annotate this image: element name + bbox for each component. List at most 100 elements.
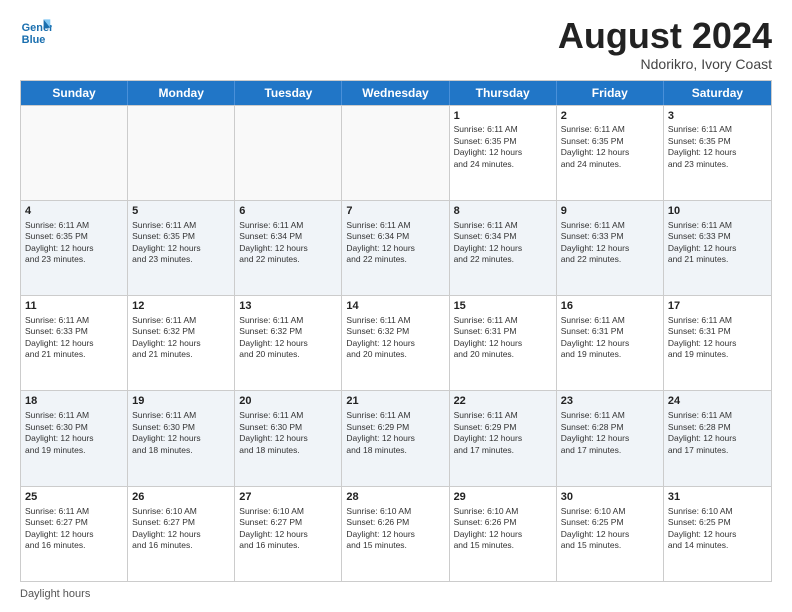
week-row-4: 18Sunrise: 6:11 AMSunset: 6:30 PMDayligh… xyxy=(21,390,771,485)
day-cell-6: 6Sunrise: 6:11 AMSunset: 6:34 PMDaylight… xyxy=(235,201,342,295)
day-number: 16 xyxy=(561,299,659,314)
day-cell-5: 5Sunrise: 6:11 AMSunset: 6:35 PMDaylight… xyxy=(128,201,235,295)
day-cell-7: 7Sunrise: 6:11 AMSunset: 6:34 PMDaylight… xyxy=(342,201,449,295)
day-cell-22: 22Sunrise: 6:11 AMSunset: 6:29 PMDayligh… xyxy=(450,391,557,485)
daylight-label: Daylight hours xyxy=(20,588,90,600)
header-day-monday: Monday xyxy=(128,81,235,105)
day-number: 9 xyxy=(561,204,659,219)
day-number: 21 xyxy=(346,394,444,409)
day-cell-26: 26Sunrise: 6:10 AMSunset: 6:27 PMDayligh… xyxy=(128,487,235,581)
day-cell-8: 8Sunrise: 6:11 AMSunset: 6:34 PMDaylight… xyxy=(450,201,557,295)
day-number: 4 xyxy=(25,204,123,219)
header-day-thursday: Thursday xyxy=(450,81,557,105)
day-info: Sunrise: 6:10 AMSunset: 6:27 PMDaylight:… xyxy=(239,506,337,552)
day-info: Sunrise: 6:11 AMSunset: 6:30 PMDaylight:… xyxy=(132,410,230,456)
day-number: 3 xyxy=(668,109,767,124)
day-cell-2: 2Sunrise: 6:11 AMSunset: 6:35 PMDaylight… xyxy=(557,106,664,200)
day-number: 28 xyxy=(346,490,444,505)
day-cell-23: 23Sunrise: 6:11 AMSunset: 6:28 PMDayligh… xyxy=(557,391,664,485)
day-cell-17: 17Sunrise: 6:11 AMSunset: 6:31 PMDayligh… xyxy=(664,296,771,390)
day-info: Sunrise: 6:11 AMSunset: 6:31 PMDaylight:… xyxy=(668,315,767,361)
day-number: 19 xyxy=(132,394,230,409)
day-cell-1: 1Sunrise: 6:11 AMSunset: 6:35 PMDaylight… xyxy=(450,106,557,200)
day-cell-13: 13Sunrise: 6:11 AMSunset: 6:32 PMDayligh… xyxy=(235,296,342,390)
day-number: 30 xyxy=(561,490,659,505)
calendar-body: 1Sunrise: 6:11 AMSunset: 6:35 PMDaylight… xyxy=(21,105,771,581)
empty-cell xyxy=(128,106,235,200)
day-cell-15: 15Sunrise: 6:11 AMSunset: 6:31 PMDayligh… xyxy=(450,296,557,390)
day-info: Sunrise: 6:11 AMSunset: 6:33 PMDaylight:… xyxy=(25,315,123,361)
day-info: Sunrise: 6:11 AMSunset: 6:34 PMDaylight:… xyxy=(346,220,444,266)
calendar-title: August 2024 xyxy=(558,16,772,56)
calendar-location: Ndorikro, Ivory Coast xyxy=(558,56,772,72)
day-number: 7 xyxy=(346,204,444,219)
day-cell-20: 20Sunrise: 6:11 AMSunset: 6:30 PMDayligh… xyxy=(235,391,342,485)
day-number: 29 xyxy=(454,490,552,505)
title-block: August 2024 Ndorikro, Ivory Coast xyxy=(558,16,772,72)
empty-cell xyxy=(235,106,342,200)
day-cell-21: 21Sunrise: 6:11 AMSunset: 6:29 PMDayligh… xyxy=(342,391,449,485)
day-number: 27 xyxy=(239,490,337,505)
day-info: Sunrise: 6:10 AMSunset: 6:27 PMDaylight:… xyxy=(132,506,230,552)
day-number: 12 xyxy=(132,299,230,314)
footer-note: Daylight hours xyxy=(20,588,772,600)
day-info: Sunrise: 6:11 AMSunset: 6:33 PMDaylight:… xyxy=(561,220,659,266)
day-info: Sunrise: 6:11 AMSunset: 6:35 PMDaylight:… xyxy=(561,124,659,170)
week-row-2: 4Sunrise: 6:11 AMSunset: 6:35 PMDaylight… xyxy=(21,200,771,295)
day-cell-16: 16Sunrise: 6:11 AMSunset: 6:31 PMDayligh… xyxy=(557,296,664,390)
day-info: Sunrise: 6:11 AMSunset: 6:30 PMDaylight:… xyxy=(25,410,123,456)
day-cell-28: 28Sunrise: 6:10 AMSunset: 6:26 PMDayligh… xyxy=(342,487,449,581)
day-cell-27: 27Sunrise: 6:10 AMSunset: 6:27 PMDayligh… xyxy=(235,487,342,581)
day-number: 22 xyxy=(454,394,552,409)
day-info: Sunrise: 6:11 AMSunset: 6:28 PMDaylight:… xyxy=(668,410,767,456)
logo-icon: General Blue xyxy=(20,16,52,48)
day-info: Sunrise: 6:11 AMSunset: 6:34 PMDaylight:… xyxy=(239,220,337,266)
day-info: Sunrise: 6:11 AMSunset: 6:32 PMDaylight:… xyxy=(132,315,230,361)
day-info: Sunrise: 6:11 AMSunset: 6:35 PMDaylight:… xyxy=(25,220,123,266)
day-info: Sunrise: 6:11 AMSunset: 6:30 PMDaylight:… xyxy=(239,410,337,456)
day-info: Sunrise: 6:11 AMSunset: 6:34 PMDaylight:… xyxy=(454,220,552,266)
svg-text:Blue: Blue xyxy=(22,34,46,46)
day-number: 18 xyxy=(25,394,123,409)
day-cell-12: 12Sunrise: 6:11 AMSunset: 6:32 PMDayligh… xyxy=(128,296,235,390)
day-cell-30: 30Sunrise: 6:10 AMSunset: 6:25 PMDayligh… xyxy=(557,487,664,581)
header-day-sunday: Sunday xyxy=(21,81,128,105)
day-number: 6 xyxy=(239,204,337,219)
week-row-1: 1Sunrise: 6:11 AMSunset: 6:35 PMDaylight… xyxy=(21,105,771,200)
day-cell-24: 24Sunrise: 6:11 AMSunset: 6:28 PMDayligh… xyxy=(664,391,771,485)
day-cell-14: 14Sunrise: 6:11 AMSunset: 6:32 PMDayligh… xyxy=(342,296,449,390)
day-number: 10 xyxy=(668,204,767,219)
day-info: Sunrise: 6:10 AMSunset: 6:25 PMDaylight:… xyxy=(561,506,659,552)
day-number: 20 xyxy=(239,394,337,409)
day-cell-3: 3Sunrise: 6:11 AMSunset: 6:35 PMDaylight… xyxy=(664,106,771,200)
day-info: Sunrise: 6:10 AMSunset: 6:25 PMDaylight:… xyxy=(668,506,767,552)
empty-cell xyxy=(21,106,128,200)
day-info: Sunrise: 6:11 AMSunset: 6:27 PMDaylight:… xyxy=(25,506,123,552)
calendar-header: SundayMondayTuesdayWednesdayThursdayFrid… xyxy=(21,81,771,105)
day-cell-10: 10Sunrise: 6:11 AMSunset: 6:33 PMDayligh… xyxy=(664,201,771,295)
day-number: 26 xyxy=(132,490,230,505)
day-info: Sunrise: 6:11 AMSunset: 6:33 PMDaylight:… xyxy=(668,220,767,266)
day-info: Sunrise: 6:11 AMSunset: 6:29 PMDaylight:… xyxy=(454,410,552,456)
day-info: Sunrise: 6:11 AMSunset: 6:31 PMDaylight:… xyxy=(561,315,659,361)
logo: General Blue xyxy=(20,16,52,48)
day-info: Sunrise: 6:11 AMSunset: 6:31 PMDaylight:… xyxy=(454,315,552,361)
header-day-wednesday: Wednesday xyxy=(342,81,449,105)
week-row-3: 11Sunrise: 6:11 AMSunset: 6:33 PMDayligh… xyxy=(21,295,771,390)
day-number: 25 xyxy=(25,490,123,505)
day-number: 2 xyxy=(561,109,659,124)
day-info: Sunrise: 6:11 AMSunset: 6:35 PMDaylight:… xyxy=(454,124,552,170)
page-header: General Blue August 2024 Ndorikro, Ivory… xyxy=(20,16,772,72)
week-row-5: 25Sunrise: 6:11 AMSunset: 6:27 PMDayligh… xyxy=(21,486,771,581)
day-info: Sunrise: 6:11 AMSunset: 6:35 PMDaylight:… xyxy=(132,220,230,266)
day-number: 23 xyxy=(561,394,659,409)
day-info: Sunrise: 6:11 AMSunset: 6:35 PMDaylight:… xyxy=(668,124,767,170)
day-info: Sunrise: 6:10 AMSunset: 6:26 PMDaylight:… xyxy=(454,506,552,552)
day-number: 11 xyxy=(25,299,123,314)
day-info: Sunrise: 6:11 AMSunset: 6:29 PMDaylight:… xyxy=(346,410,444,456)
day-number: 1 xyxy=(454,109,552,124)
day-number: 15 xyxy=(454,299,552,314)
day-number: 5 xyxy=(132,204,230,219)
day-cell-29: 29Sunrise: 6:10 AMSunset: 6:26 PMDayligh… xyxy=(450,487,557,581)
day-cell-19: 19Sunrise: 6:11 AMSunset: 6:30 PMDayligh… xyxy=(128,391,235,485)
